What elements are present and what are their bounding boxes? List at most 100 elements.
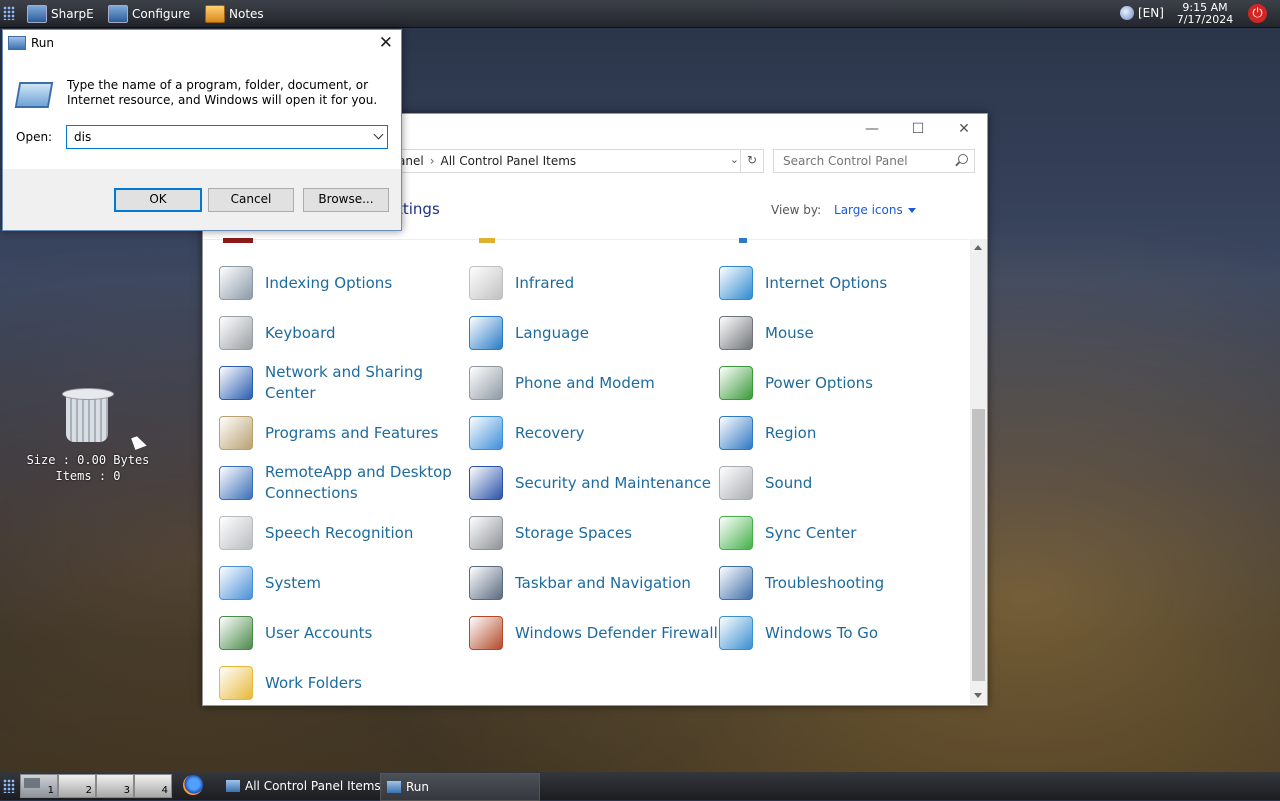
control-panel-item[interactable]: System xyxy=(219,558,469,608)
workspace-4[interactable]: 4 xyxy=(134,774,172,798)
control-panel-item[interactable]: Internet Options xyxy=(719,258,969,308)
control-panel-item-label: Recovery xyxy=(515,423,585,442)
troubleshooting-icon xyxy=(719,566,753,600)
control-panel-item[interactable]: Power Options xyxy=(719,358,969,408)
sync-center-icon xyxy=(719,516,753,550)
control-panel-item-label: Indexing Options xyxy=(265,273,393,292)
launcher-configure[interactable]: Configure xyxy=(108,3,190,24)
vertical-scrollbar[interactable] xyxy=(970,239,987,704)
search-input[interactable] xyxy=(781,153,945,169)
control-panel-item[interactable]: User Accounts xyxy=(219,608,469,658)
control-panel-item[interactable]: Speech Recognition xyxy=(219,508,469,558)
power-button[interactable]: ⏻ xyxy=(1248,4,1267,23)
language-indicator[interactable]: [EN] xyxy=(1120,6,1164,20)
view-by-control: View by: Large icons xyxy=(771,203,916,217)
control-panel-item[interactable]: Security and Maintenance xyxy=(469,458,719,508)
control-panel-item[interactable]: Region xyxy=(719,408,969,458)
page-title[interactable]: ttings xyxy=(397,200,440,218)
app-menu-icon[interactable] xyxy=(3,6,15,20)
clock-date: 7/17/2024 xyxy=(1176,13,1234,26)
control-panel-item[interactable]: Sync Center xyxy=(719,508,969,558)
refresh-icon[interactable]: ↻ xyxy=(740,150,763,172)
launcher-sharpe[interactable]: SharpE xyxy=(27,3,94,24)
control-panel-item[interactable]: Windows Defender Firewall xyxy=(469,608,719,658)
close-button[interactable]: ✕ xyxy=(941,114,987,144)
view-by-dropdown[interactable]: Large icons xyxy=(834,203,916,217)
control-panel-item[interactable]: Network and Sharing Center xyxy=(219,358,469,408)
search-icon[interactable] xyxy=(958,154,968,164)
launcher-notes[interactable]: Notes xyxy=(205,3,264,24)
maximize-button[interactable]: ☐ xyxy=(895,114,941,144)
cancel-button[interactable]: Cancel xyxy=(208,188,294,212)
run-titlebar[interactable]: Run ✕ xyxy=(3,30,401,56)
window-controls: — ☐ ✕ xyxy=(849,114,987,144)
chevron-down-icon[interactable] xyxy=(373,129,384,140)
workspace-3[interactable]: 3 xyxy=(96,774,134,798)
control-panel-item[interactable]: Phone and Modem xyxy=(469,358,719,408)
workspace-2[interactable]: 2 xyxy=(58,774,96,798)
control-panel-item[interactable]: Troubleshooting xyxy=(719,558,969,608)
work-folders-icon xyxy=(219,666,253,700)
control-panel-item[interactable]: Sound xyxy=(719,458,969,508)
power-icon: ⏻ xyxy=(1252,6,1263,21)
open-label: Open: xyxy=(16,130,53,144)
launcher-label: SharpE xyxy=(51,6,94,21)
scroll-up-icon[interactable] xyxy=(974,245,982,250)
monitor-icon xyxy=(27,4,47,23)
windows-to-go-icon xyxy=(719,616,753,650)
remoteapp-icon xyxy=(219,466,253,500)
breadcrumb-current[interactable]: All Control Panel Items xyxy=(441,154,577,168)
control-panel-item[interactable]: Programs and Features xyxy=(219,408,469,458)
task-run[interactable]: Run xyxy=(380,773,540,801)
control-panel-item[interactable]: Keyboard xyxy=(219,308,469,358)
control-panel-item-label: Speech Recognition xyxy=(265,523,414,542)
address-dropdown-icon[interactable]: ⌄ xyxy=(730,153,739,166)
browse-button[interactable]: Browse... xyxy=(303,188,389,212)
control-panel-item[interactable]: Language xyxy=(469,308,719,358)
recycle-bin-icon[interactable] xyxy=(60,386,116,444)
control-panel-item-label: Programs and Features xyxy=(265,423,439,442)
control-panel-item[interactable]: Taskbar and Navigation xyxy=(469,558,719,608)
open-combobox[interactable] xyxy=(66,125,388,149)
control-panel-item[interactable]: Storage Spaces xyxy=(469,508,719,558)
app-menu-icon[interactable] xyxy=(3,779,15,793)
minimize-button[interactable]: — xyxy=(849,114,895,144)
workspace-number: 1 xyxy=(47,785,54,796)
control-panel-item-label: Power Options xyxy=(765,373,873,392)
view-by-label: View by: xyxy=(771,203,822,217)
control-panel-item[interactable]: Work Folders xyxy=(219,658,469,708)
recovery-icon xyxy=(469,416,503,450)
open-input[interactable] xyxy=(72,129,356,145)
control-panel-item[interactable]: Infrared xyxy=(469,258,719,308)
run-title: Run xyxy=(31,36,55,50)
close-icon[interactable]: ✕ xyxy=(379,33,393,53)
control-panel-item[interactable]: Recovery xyxy=(469,408,719,458)
ok-button[interactable]: OK xyxy=(114,188,202,212)
search-box[interactable] xyxy=(773,149,975,173)
recycle-bin-items: Items : 0 xyxy=(55,469,121,483)
scroll-down-icon[interactable] xyxy=(974,693,982,698)
control-panel-item[interactable]: Mouse xyxy=(719,308,969,358)
scroll-thumb[interactable] xyxy=(972,409,985,681)
recycle-bin-lid xyxy=(62,388,114,400)
workspace-1[interactable]: 1 xyxy=(20,774,58,798)
clock[interactable]: 9:15 AM 7/17/2024 xyxy=(1175,2,1235,26)
sound-icon xyxy=(719,466,753,500)
control-panel-item-label: System xyxy=(265,573,321,592)
control-panel-item-label: Sync Center xyxy=(765,523,857,542)
control-panel-item[interactable]: Indexing Options xyxy=(219,258,469,308)
task-control-panel[interactable]: All Control Panel Items xyxy=(220,773,387,799)
control-panel-item-label: Internet Options xyxy=(765,273,888,292)
taskbar: 1 2 3 4 All Control Panel Items Run xyxy=(0,772,1280,801)
language-icon xyxy=(469,316,503,350)
recycle-bin-body xyxy=(66,394,108,442)
control-panel-item-label: Windows Defender Firewall xyxy=(515,623,718,642)
workspace-number: 4 xyxy=(161,785,168,796)
internet-options-icon xyxy=(719,266,753,300)
recycle-bin-size: Size : 0.00 Bytes xyxy=(26,453,150,467)
control-panel-item[interactable]: RemoteApp and Desktop Connections xyxy=(219,458,469,508)
globe-icon xyxy=(1120,6,1134,20)
firefox-icon[interactable] xyxy=(183,775,203,795)
control-panel-item[interactable]: Windows To Go xyxy=(719,608,969,658)
run-dialog: Run ✕ Type the name of a program, folder… xyxy=(2,29,402,231)
